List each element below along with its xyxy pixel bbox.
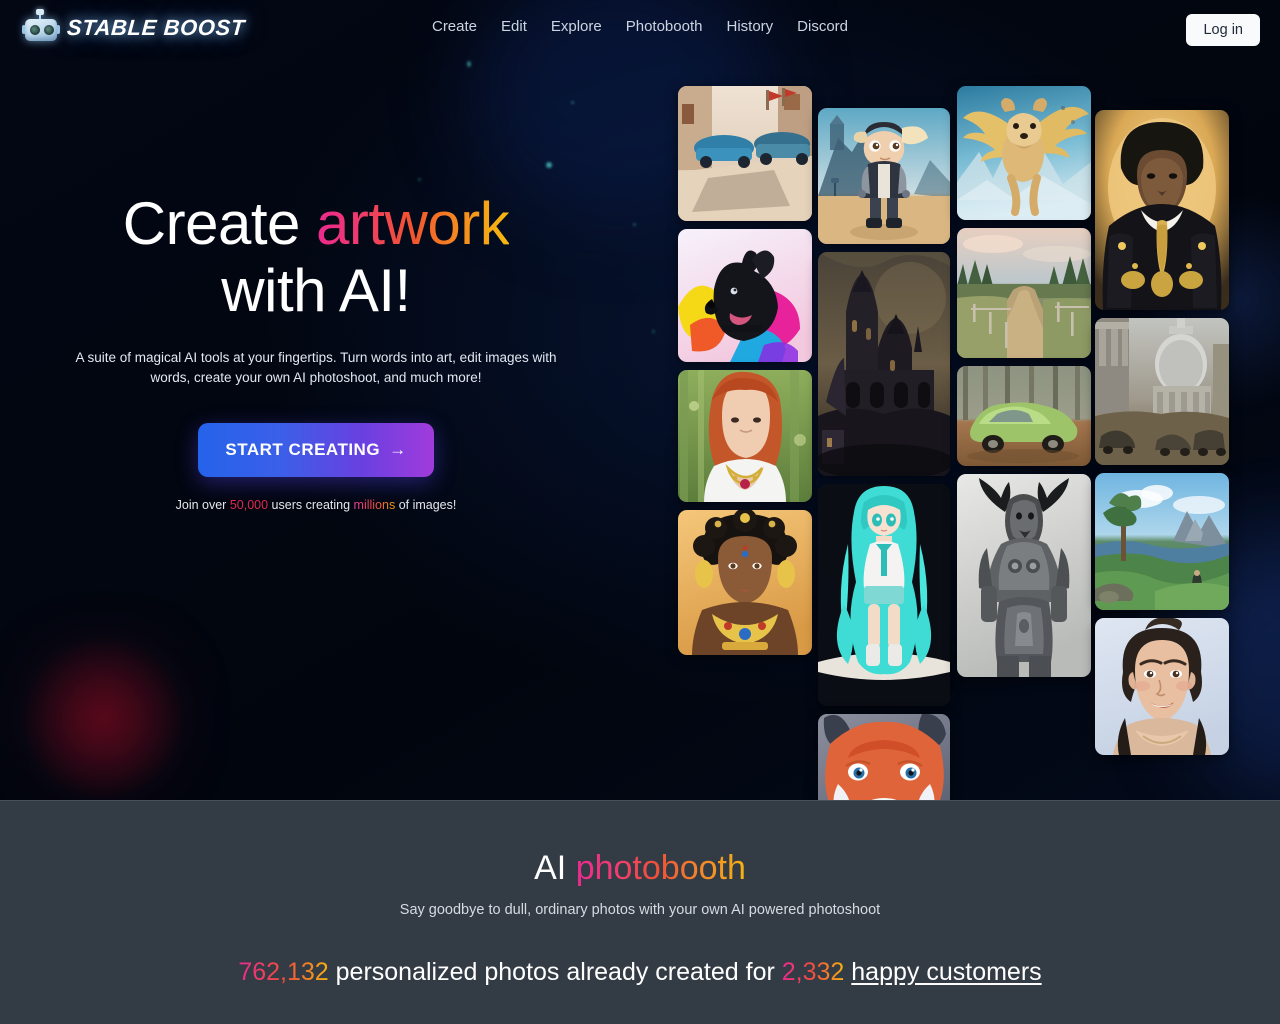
- sparkle-icon: [571, 101, 574, 104]
- stat-photos-count: 762,132: [238, 958, 329, 986]
- site-header: STABLE BOOST Create Edit Explore Photobo…: [0, 0, 1280, 58]
- gallery-column-2: [818, 108, 950, 800]
- tile-capitol-ruins[interactable]: [1095, 318, 1229, 465]
- photobooth-subtitle: Say goodbye to dull, ordinary photos wit…: [399, 902, 881, 918]
- nav-item-discord[interactable]: Discord: [797, 18, 848, 35]
- join-user-count: 50,000: [229, 497, 269, 512]
- photobooth-section: AI photobooth Say goodbye to dull, ordin…: [0, 800, 1280, 1024]
- cta-wrapper: START CREATING →: [16, 422, 616, 477]
- tile-neon-dog[interactable]: [678, 229, 812, 362]
- page-title: Create artwork with AI!: [16, 190, 616, 324]
- nav-item-edit[interactable]: Edit: [501, 18, 527, 35]
- join-suffix: of images!: [395, 497, 457, 512]
- landing-page: STABLE BOOST Create Edit Explore Photobo…: [0, 0, 1280, 1024]
- headline-line2: with AI!: [221, 257, 411, 325]
- main-nav: Create Edit Explore Photobooth History D…: [0, 18, 1280, 35]
- sparkle-icon: [418, 178, 421, 181]
- tile-smiling-woman[interactable]: [1095, 618, 1229, 755]
- photobooth-title-part1: AI: [534, 849, 576, 887]
- tile-anime-girl-teal[interactable]: [818, 484, 950, 706]
- sparkle-icon: [467, 61, 471, 67]
- happy-customers-link[interactable]: happy customers: [851, 958, 1041, 986]
- sparkle-icon: [652, 330, 655, 333]
- arrow-right-icon: →: [389, 439, 407, 459]
- tile-dark-castle[interactable]: [818, 252, 950, 476]
- hero-subcopy: A suite of magical AI tools at your fing…: [75, 350, 557, 385]
- tile-redhead-woman[interactable]: [678, 370, 812, 502]
- gallery-column-1: [678, 86, 812, 655]
- tile-forest-road[interactable]: [957, 228, 1091, 358]
- gallery-column-3: [957, 86, 1091, 677]
- hero-copy: Create artwork with AI! A suite of magic…: [16, 190, 616, 512]
- tile-vintage-cars-street[interactable]: [678, 86, 812, 221]
- photobooth-title: AI photobooth: [0, 849, 1280, 888]
- cta-label: START CREATING: [225, 439, 381, 459]
- sparkle-icon: [633, 223, 636, 226]
- tile-fox-portrait[interactable]: [818, 714, 950, 800]
- photobooth-title-highlight: photobooth: [575, 849, 746, 887]
- glow-red-left: [58, 672, 150, 764]
- tile-robot-child[interactable]: [818, 108, 950, 244]
- stat-mid-text: personalized photos already created for: [328, 958, 782, 986]
- tile-golden-queen[interactable]: [678, 510, 812, 655]
- nav-item-create[interactable]: Create: [432, 18, 477, 35]
- hero-section: STABLE BOOST Create Edit Explore Photobo…: [0, 0, 1280, 800]
- login-button[interactable]: Log in: [1186, 14, 1260, 46]
- tile-green-car[interactable]: [957, 366, 1091, 466]
- tile-fantasy-valley[interactable]: [1095, 473, 1229, 610]
- tile-winged-dog[interactable]: [957, 86, 1091, 220]
- artwork-gallery: [678, 86, 1230, 800]
- gallery-column-4: [1095, 110, 1229, 755]
- nav-item-history[interactable]: History: [726, 18, 773, 35]
- headline-part1: Create: [122, 190, 317, 257]
- sparkle-icon: [546, 162, 552, 168]
- social-proof-line: Join over 50,000 users creating millions…: [16, 498, 616, 512]
- tile-horned-warrior[interactable]: [957, 474, 1091, 677]
- join-prefix: Join over: [175, 497, 230, 512]
- headline-highlight: artwork: [316, 190, 510, 257]
- stat-customers-count: 2,332: [781, 958, 845, 986]
- tile-afro-gold-suit[interactable]: [1095, 110, 1229, 310]
- start-creating-button[interactable]: START CREATING →: [198, 422, 434, 477]
- join-millions: millions: [353, 497, 396, 512]
- join-mid: users creating: [268, 497, 354, 512]
- photobooth-stats: 762,132 personalized photos already crea…: [0, 958, 1280, 987]
- nav-item-explore[interactable]: Explore: [551, 18, 602, 35]
- nav-item-photobooth[interactable]: Photobooth: [626, 18, 703, 35]
